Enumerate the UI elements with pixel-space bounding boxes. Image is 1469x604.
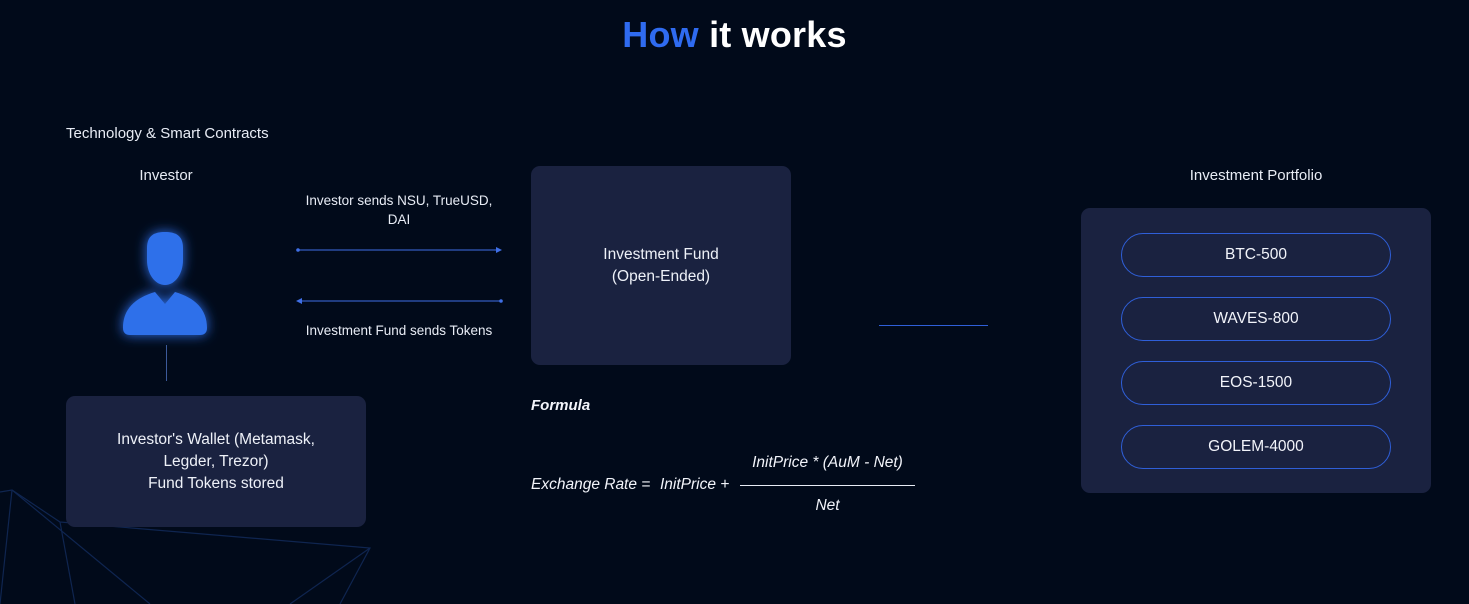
fund-line-2: (Open-Ended) [611, 267, 711, 285]
fund-line-1: Investment Fund [603, 245, 719, 263]
portfolio-item: EOS-1500 [1121, 361, 1391, 405]
user-icon [123, 232, 207, 335]
wallet-line-2: Legder, Trezor) [163, 452, 269, 470]
send-line-2: DAI [387, 212, 411, 227]
title-rest: it works [709, 14, 847, 55]
portfolio-item: BTC-500 [1121, 233, 1391, 277]
formula-denominator: Net [815, 497, 840, 514]
portfolio-box: BTC-500 WAVES-800 EOS-1500 GOLEM-4000 [1081, 208, 1431, 493]
formula-lhs: Exchange Rate = [531, 476, 651, 493]
section-label: Technology & Smart Contracts [66, 125, 269, 142]
title-accent: How [622, 14, 699, 55]
formula-label: Formula [531, 397, 591, 414]
receive-arrow [296, 298, 503, 304]
formula-term: InitPrice + [660, 476, 730, 493]
wallet-line-3: Fund Tokens stored [148, 474, 284, 492]
formula-numerator: InitPrice * (AuM - Net) [752, 454, 903, 471]
fund-portfolio-connector [879, 325, 988, 326]
send-arrow-label: Investor sends NSU, TrueUSD, DAI [296, 191, 502, 229]
investment-fund-box: Investment Fund (Open-Ended) [531, 166, 791, 365]
fraction-line [740, 485, 915, 486]
portfolio-item: GOLEM-4000 [1121, 425, 1391, 469]
portfolio-label: Investment Portfolio [1189, 167, 1323, 184]
wallet-line-1: Investor's Wallet (Metamask, [117, 430, 315, 448]
portfolio-item: WAVES-800 [1121, 297, 1391, 341]
investor-connector [166, 345, 167, 381]
receive-arrow-label: Investment Fund sends Tokens [305, 323, 493, 338]
investor-label: Investor [139, 167, 193, 184]
page-title: How it works [0, 14, 1469, 56]
send-line-1: Investor sends NSU, TrueUSD, [305, 193, 493, 208]
wallet-box: Investor's Wallet (Metamask, Legder, Tre… [66, 396, 366, 527]
send-arrow [296, 247, 502, 253]
